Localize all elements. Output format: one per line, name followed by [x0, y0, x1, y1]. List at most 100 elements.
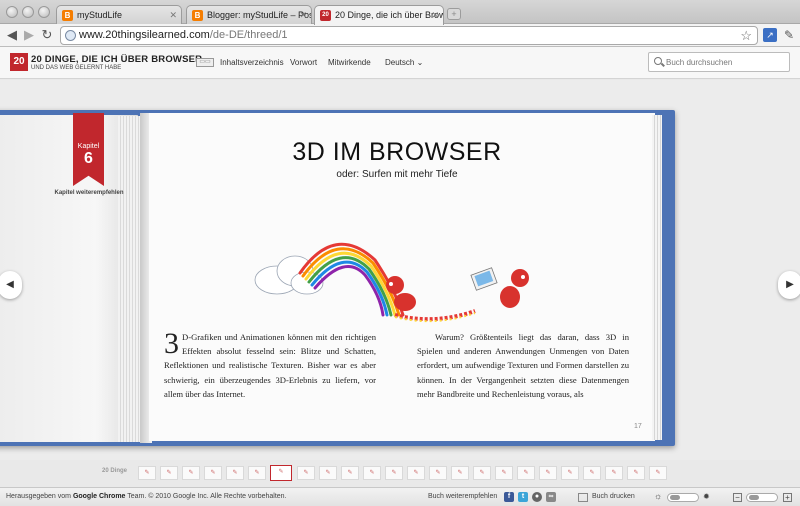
new-tab-button[interactable]: +: [447, 8, 461, 20]
blogger-icon: B: [62, 10, 73, 21]
tab-bar: B myStudLife ✕ B Blogger: myStudLife – P…: [0, 0, 800, 25]
chapter-ribbon: Kapitel 6: [73, 113, 104, 186]
chapter-thumbnail-selected[interactable]: ✎: [270, 465, 292, 481]
browser-toolbar: ◀ ▶ ↻ www.20thingsilearned.com/de-DE/thr…: [0, 24, 800, 47]
minimize-window-button[interactable]: [22, 6, 34, 18]
chapter-thumbnail[interactable]: ✎: [160, 466, 178, 480]
site-logo[interactable]: 20: [10, 53, 28, 71]
tab-mystudlife[interactable]: B myStudLife ✕: [56, 5, 182, 25]
zoom-out-icon[interactable]: −: [733, 493, 742, 502]
chapter-thumbnail[interactable]: ✎: [583, 466, 601, 480]
chapter-thumbnail[interactable]: ✎: [182, 466, 200, 480]
body-text-left: D-Grafiken und Animationen können mit de…: [164, 332, 376, 399]
brightness-slider[interactable]: [667, 493, 699, 502]
chapter-thumbnail[interactable]: ✎: [539, 466, 557, 480]
chapter-thumbnail[interactable]: ✎: [385, 466, 403, 480]
chapter-thumbnail[interactable]: ✎: [407, 466, 425, 480]
chapter-thumbnail[interactable]: ✎: [429, 466, 447, 480]
copyright-suffix: Team. © 2010 Google Inc. Alle Rechte vor…: [125, 493, 287, 500]
arrow-left-icon: ◀: [6, 279, 14, 290]
brightness-high-icon: ✹: [703, 492, 710, 501]
recommend-chapter-link[interactable]: Kapitel weiterempfehlen: [50, 190, 128, 197]
wrench-menu-icon[interactable]: ✎: [782, 28, 796, 42]
body-column-left: 3 D-Grafiken und Animationen können mit d…: [164, 327, 376, 401]
chapter-title: 3D IM BROWSER: [292, 138, 502, 166]
chapter-thumbnail[interactable]: ✎: [204, 466, 222, 480]
copyright-brand[interactable]: Google Chrome: [73, 493, 126, 500]
chapter-thumbnail[interactable]: ✎: [363, 466, 381, 480]
search-placeholder: Buch durchsuchen: [666, 58, 733, 67]
right-page-edges: [652, 115, 662, 440]
rainbow-illustration: [254, 242, 529, 323]
zoom-in-icon[interactable]: +: [783, 493, 792, 502]
chapter-thumbnail[interactable]: ✎: [319, 466, 337, 480]
close-tab-icon[interactable]: ✕: [299, 10, 307, 21]
chapter-thumbnail[interactable]: ✎: [226, 466, 244, 480]
back-arrow-icon[interactable]: ◀: [5, 27, 19, 43]
nav-table-of-contents[interactable]: Inhaltsverzeichnis: [220, 58, 284, 67]
buzz-icon[interactable]: ●: [532, 492, 542, 502]
arrow-right-icon: ▶: [786, 279, 794, 290]
chapter-thumbnail-strip: 20 Dinge ✎ ✎ ✎ ✎ ✎ ✎ ✎ ✎ ✎ ✎ ✎ ✎ ✎ ✎ ✎ ✎ ✎ ✎ ✎ ✎ ✎ ✎ ✎ ✎: [0, 462, 800, 484]
chapter-label: Kapitel: [77, 143, 100, 150]
close-tab-icon[interactable]: ✕: [169, 10, 177, 21]
table-of-contents-icon[interactable]: ▭▭: [196, 58, 214, 67]
forward-arrow-icon[interactable]: ▶: [22, 27, 36, 43]
blogger-icon: B: [192, 10, 203, 21]
tab-blogger[interactable]: B Blogger: myStudLife – Post e… ✕: [186, 5, 312, 25]
chapter-thumbnail[interactable]: ✎: [248, 466, 266, 480]
site-footer: Herausgegeben vom Google Chrome Team. © …: [0, 487, 800, 506]
chapter-thumbnail[interactable]: ✎: [341, 466, 359, 480]
globe-icon: [65, 30, 76, 41]
url-host: www.20thingsilearned.com: [79, 29, 210, 41]
address-bar[interactable]: www.20thingsilearned.com/de-DE/threed/1 …: [60, 26, 758, 45]
chevron-down-icon: ⌄: [416, 58, 424, 67]
book-search-input[interactable]: Buch durchsuchen: [648, 52, 790, 72]
twitter-icon[interactable]: t: [518, 492, 528, 502]
chapter-subtitle: oder: Surfen mit mehr Tiefe: [336, 169, 458, 180]
chapter-thumbnail[interactable]: ✎: [605, 466, 623, 480]
page-number: 17: [634, 423, 642, 430]
search-icon: [654, 57, 662, 65]
tab-label: Blogger: myStudLife – Post e…: [207, 10, 311, 20]
print-icon[interactable]: [578, 493, 588, 502]
chapter-thumbnail[interactable]: ✎: [561, 466, 579, 480]
slider-knob[interactable]: [670, 495, 680, 500]
slider-knob[interactable]: [749, 495, 759, 500]
bookmark-star-icon[interactable]: ☆: [740, 28, 752, 44]
link-icon[interactable]: ∞: [546, 492, 556, 502]
close-tab-icon[interactable]: ✕: [431, 10, 439, 21]
chapter-number: 6: [84, 150, 93, 167]
thumbnail-strip-label: 20 Dinge: [102, 468, 128, 474]
reload-icon[interactable]: ↻: [40, 27, 54, 43]
facebook-icon[interactable]: f: [504, 492, 514, 502]
language-label: Deutsch: [385, 58, 415, 67]
chapter-thumbnail[interactable]: ✎: [451, 466, 469, 480]
url-path: /de-DE/threed/1: [209, 29, 288, 41]
chapter-thumbnail[interactable]: ✎: [297, 466, 315, 480]
copyright-prefix: Herausgegeben vom: [6, 493, 73, 500]
chapter-thumbnail[interactable]: ✎: [473, 466, 491, 480]
chapter-thumbnail[interactable]: ✎: [627, 466, 645, 480]
zoom-window-button[interactable]: [38, 6, 50, 18]
print-book-link[interactable]: Buch drucken: [592, 493, 635, 500]
chapter-thumbnail[interactable]: ✎: [649, 466, 667, 480]
language-select[interactable]: Deutsch ⌄: [385, 58, 423, 67]
zoom-slider[interactable]: [746, 493, 778, 502]
next-page-button[interactable]: ▶: [778, 271, 800, 299]
nav-contributors[interactable]: Mitwirkende: [328, 58, 371, 67]
brightness-low-icon: ☼: [654, 491, 663, 501]
copyright-text: Herausgegeben vom Google Chrome Team. © …: [6, 493, 287, 500]
close-window-button[interactable]: [6, 6, 18, 18]
body-column-right: Warum? Größtenteils liegt das daran, das…: [417, 332, 629, 399]
chapter-thumbnail[interactable]: ✎: [517, 466, 535, 480]
chapter-thumbnail[interactable]: ✎: [138, 466, 156, 480]
site-title[interactable]: 20 DINGE, DIE ICH ÜBER BROWSER: [31, 54, 202, 65]
drop-cap: 3: [164, 327, 179, 360]
chapter-thumbnail[interactable]: ✎: [495, 466, 513, 480]
site-subtitle: UND DAS WEB GELERNT HABE: [31, 65, 122, 71]
tab-20-dinge[interactable]: 20 20 Dinge, die ich über Brows… ✕: [314, 5, 444, 25]
extension-icon[interactable]: ↗: [763, 28, 777, 42]
nav-foreword[interactable]: Vorwort: [290, 58, 317, 67]
previous-page-button[interactable]: ◀: [0, 271, 22, 299]
